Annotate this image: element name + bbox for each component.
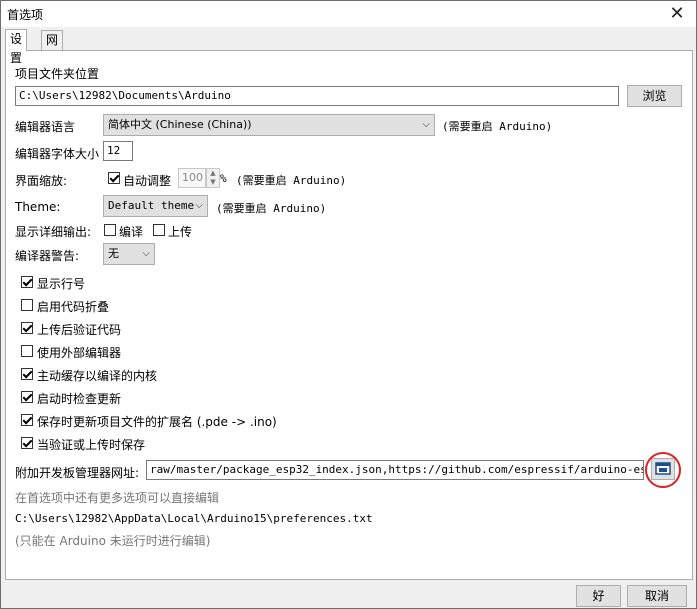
option-checkbox[interactable] bbox=[21, 299, 33, 311]
option-label: 保存时更新项目文件的扩展名 (.pde -> .ino) bbox=[37, 415, 277, 429]
highlight-circle bbox=[645, 452, 681, 488]
option-label: 主动缓存以编译的内核 bbox=[37, 369, 158, 383]
option-label: 显示行号 bbox=[37, 277, 86, 291]
theme-value: Default theme bbox=[108, 199, 195, 212]
option-checkbox[interactable] bbox=[21, 368, 33, 380]
option-checkbox[interactable] bbox=[21, 391, 33, 403]
verbose-compile-label: 编译 bbox=[119, 225, 144, 239]
tab-network[interactable]: 网络 bbox=[41, 30, 64, 66]
verbose-compile-checkbox[interactable] bbox=[104, 224, 116, 236]
option-checkbox[interactable] bbox=[21, 345, 33, 357]
chevron-down-icon: ⌵ bbox=[422, 119, 430, 130]
option-label: 启动时检查更新 bbox=[37, 392, 122, 406]
cancel-button[interactable]: 取消 bbox=[627, 585, 687, 607]
settings-panel: 项目文件夹位置 C:\Users\12982\Documents\Arduino… bbox=[5, 50, 693, 580]
theme-restart-note: (需要重启 Arduino) bbox=[216, 202, 327, 215]
edit-restriction-note: (只能在 Arduino 未运行时进行编辑) bbox=[15, 534, 211, 548]
verbose-label: 显示详细输出: bbox=[15, 225, 92, 239]
scale-unit: % bbox=[220, 172, 227, 185]
ok-button[interactable]: 好 bbox=[576, 585, 621, 607]
auto-scale-label: 自动调整 bbox=[123, 174, 172, 188]
sketchbook-path-input[interactable]: C:\Users\12982\Documents\Arduino bbox=[15, 86, 619, 106]
window-title: 首选项 bbox=[7, 8, 44, 22]
font-size-label: 编辑器字体大小 bbox=[15, 147, 100, 161]
scale-label: 界面缩放: bbox=[15, 174, 68, 188]
language-value: 简体中文 (Chinese (China)) bbox=[108, 118, 252, 131]
language-label: 编辑器语言 bbox=[15, 120, 76, 134]
option-label: 启用代码折叠 bbox=[37, 300, 110, 314]
board-urls-label: 附加开发板管理器网址: bbox=[15, 466, 140, 480]
warnings-select[interactable]: 无 ⌵ bbox=[103, 243, 155, 265]
chevron-down-icon: ⌵ bbox=[195, 200, 203, 211]
verbose-upload-checkbox[interactable] bbox=[153, 224, 165, 236]
option-checkbox[interactable] bbox=[21, 322, 33, 334]
board-urls-input[interactable]: raw/master/package_esp32_index.json,http… bbox=[146, 460, 644, 480]
auto-scale-checkbox[interactable] bbox=[108, 172, 120, 184]
warnings-value: 无 bbox=[108, 247, 119, 260]
tab-settings[interactable]: 设置 bbox=[5, 29, 28, 65]
more-prefs-text: 在首选项中还有更多选项可以直接编辑 bbox=[15, 491, 220, 505]
browse-button[interactable]: 浏览 bbox=[627, 85, 682, 107]
close-icon[interactable]: ✕ bbox=[666, 3, 688, 25]
option-checkbox[interactable] bbox=[21, 414, 33, 426]
option-checkbox[interactable] bbox=[21, 437, 33, 449]
scale-restart-note: (需要重启 Arduino) bbox=[236, 174, 347, 187]
theme-select[interactable]: Default theme ⌵ bbox=[103, 195, 208, 217]
warnings-label: 编译器警告: bbox=[15, 249, 80, 263]
option-checkbox[interactable] bbox=[21, 276, 33, 288]
option-label: 使用外部编辑器 bbox=[37, 346, 122, 360]
language-restart-note: (需要重启 Arduino) bbox=[442, 120, 553, 133]
sketchbook-label: 项目文件夹位置 bbox=[15, 67, 100, 81]
option-label: 当验证或上传时保存 bbox=[37, 438, 146, 452]
verbose-upload-label: 上传 bbox=[168, 225, 193, 239]
scale-input[interactable]: 100 bbox=[178, 168, 206, 188]
option-label: 上传后验证代码 bbox=[37, 323, 122, 337]
scale-spinner[interactable]: ▲ ▼ bbox=[206, 168, 220, 188]
preferences-window: 首选项 ✕ 设置 网络 项目文件夹位置 C:\Users\12982\Docum… bbox=[0, 0, 697, 609]
title-bar: 首选项 ✕ bbox=[1, 1, 696, 27]
chevron-down-icon: ⌵ bbox=[142, 248, 150, 259]
language-select[interactable]: 简体中文 (Chinese (China)) ⌵ bbox=[103, 114, 435, 136]
font-size-input[interactable]: 12 bbox=[103, 141, 133, 161]
theme-label: Theme: bbox=[15, 200, 61, 214]
prefs-file-path: C:\Users\12982\AppData\Local\Arduino15\p… bbox=[15, 512, 373, 525]
